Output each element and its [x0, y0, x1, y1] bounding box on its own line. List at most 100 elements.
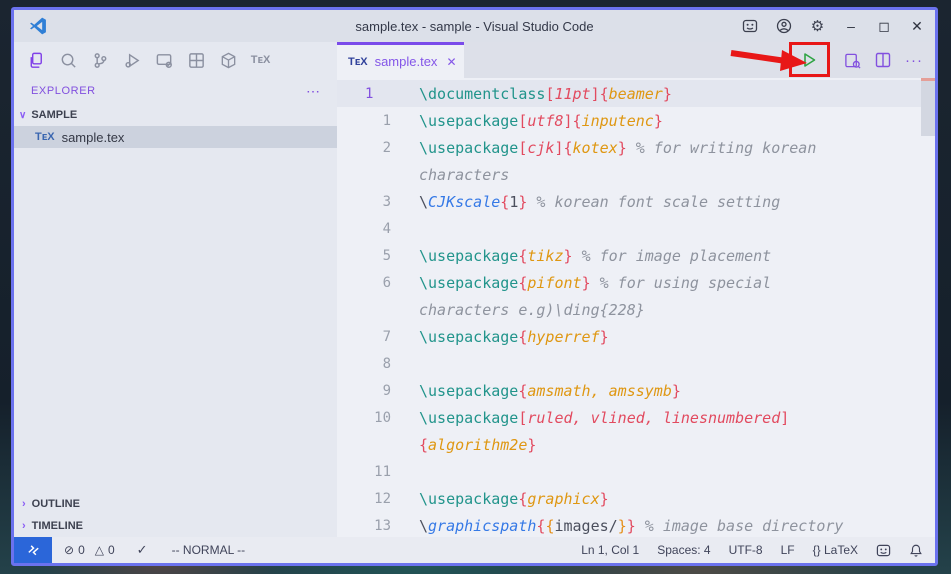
error-icon: ⊘: [64, 543, 74, 557]
more-actions-icon[interactable]: ···: [905, 52, 923, 69]
source-control-icon[interactable]: [90, 50, 111, 71]
code-text: \usepackage[utf8]{inputenc}: [419, 112, 663, 130]
tex-extension-icon[interactable]: TᴇX: [250, 50, 271, 71]
line-number: 9: [337, 383, 397, 399]
line-number: 5: [337, 248, 397, 264]
eol-sequence[interactable]: LF: [781, 543, 795, 557]
chevron-right-icon: ›: [22, 520, 26, 532]
outline-label: OUTLINE: [32, 498, 80, 510]
code-line[interactable]: 12 \usepackage{graphicx}: [337, 485, 935, 512]
package-icon[interactable]: [218, 50, 239, 71]
explorer-more-icon[interactable]: ⋯: [306, 83, 321, 100]
sidebar: TᴇX EXPLORER ⋯ ∨ SAMPLE TᴇX sample.tex ›…: [14, 42, 337, 537]
split-editor-icon[interactable]: [875, 52, 891, 68]
feedback-smiley-icon[interactable]: [741, 18, 758, 35]
error-count: 0: [78, 543, 85, 557]
chevron-down-icon: ∨: [19, 110, 26, 121]
code-lines: 1 \documentclass[11pt]{beamer} 1 \usepackag…: [337, 80, 935, 537]
tab-label: sample.tex: [375, 54, 438, 69]
account-icon[interactable]: [775, 18, 792, 35]
explorer-header: EXPLORER ⋯: [14, 78, 337, 104]
settings-gear-icon[interactable]: ⚙: [809, 18, 826, 35]
code-line[interactable]: 1 \documentclass[11pt]{beamer}: [337, 80, 935, 107]
tab-close-icon[interactable]: ✕: [446, 55, 456, 69]
code-line[interactable]: {algorithm2e}: [337, 431, 935, 458]
line-number: 13: [337, 518, 397, 534]
extensions-icon[interactable]: [186, 50, 207, 71]
vim-mode-indicator: -- NORMAL --: [172, 543, 246, 557]
code-line[interactable]: 11: [337, 458, 935, 485]
cursor-position[interactable]: Ln 1, Col 1: [581, 543, 639, 557]
feedback-smiley-icon[interactable]: [876, 543, 891, 558]
chevron-right-icon: ›: [22, 498, 26, 510]
timeline-section[interactable]: › TIMELINE: [14, 515, 337, 537]
line-number: 8: [337, 356, 397, 372]
tex-file-icon: TᴇX: [35, 131, 55, 143]
problems-button[interactable]: ⊘ 0 △ 0: [64, 543, 115, 557]
editor-group: TᴇX sample.tex ✕: [337, 42, 935, 537]
code-editor[interactable]: 1 \documentclass[11pt]{beamer} 1 \usepackag…: [337, 78, 935, 537]
remote-icon: [26, 543, 41, 558]
indentation[interactable]: Spaces: 4: [657, 543, 710, 557]
file-item-sample-tex[interactable]: TᴇX sample.tex: [14, 126, 337, 148]
code-line[interactable]: characters: [337, 161, 935, 188]
line-number: 6: [337, 275, 397, 291]
code-line[interactable]: 2\usepackage[cjk]{kotex} % for writing k…: [337, 134, 935, 161]
maximize-button[interactable]: ◻: [876, 18, 892, 35]
line-number: 12: [337, 491, 397, 507]
outline-section[interactable]: › OUTLINE: [14, 493, 337, 515]
warning-count: 0: [108, 543, 115, 557]
encoding[interactable]: UTF-8: [729, 543, 763, 557]
tex-file-icon: TᴇX: [348, 56, 368, 68]
code-text: \usepackage{hyperref}: [419, 328, 609, 346]
vscode-window: sample.tex - sample - Visual Studio Code…: [11, 7, 938, 566]
line-number: 1: [337, 113, 397, 129]
file-name: sample.tex: [62, 130, 125, 145]
code-line[interactable]: characters e.g)\ding{228}: [337, 296, 935, 323]
title-bar: sample.tex - sample - Visual Studio Code…: [14, 10, 935, 42]
code-text: \graphicspath{{images/}} % image base di…: [419, 517, 843, 535]
code-line[interactable]: 3\CJKscale{1} % korean font scale settin…: [337, 188, 935, 215]
run-debug-icon[interactable]: [122, 50, 143, 71]
notifications-bell-icon[interactable]: [909, 543, 923, 558]
editor-actions: ···: [789, 42, 923, 78]
explorer-title: EXPLORER: [31, 85, 96, 97]
line-number: 11: [337, 464, 397, 480]
view-pdf-preview-icon[interactable]: [844, 52, 861, 69]
code-line[interactable]: 6\usepackage{pifont} % for using special: [337, 269, 935, 296]
activity-bar: TᴇX: [14, 42, 337, 78]
scrollbar-thumb[interactable]: [921, 81, 935, 136]
build-status-check-icon[interactable]: ✓: [137, 542, 148, 558]
status-bar: ⊘ 0 △ 0 ✓ -- NORMAL -- Ln 1, Col 1 Space…: [14, 537, 935, 563]
code-text: \usepackage{graphicx}: [419, 490, 609, 508]
tab-bar: TᴇX sample.tex ✕: [337, 42, 935, 78]
workspace-name: SAMPLE: [31, 109, 77, 121]
warning-icon: △: [95, 543, 104, 557]
code-line[interactable]: 4: [337, 215, 935, 242]
code-text: \usepackage[ruled, vlined, linesnumbered…: [419, 409, 789, 427]
language-mode[interactable]: {} LaTeX: [813, 543, 858, 557]
tab-sample-tex[interactable]: TᴇX sample.tex ✕: [337, 42, 464, 78]
minimize-button[interactable]: –: [843, 18, 859, 35]
code-line[interactable]: 5\usepackage{tikz} % for image placement: [337, 242, 935, 269]
explorer-icon[interactable]: [26, 50, 47, 71]
line-number: 3: [337, 194, 397, 210]
code-text: \documentclass[11pt]{beamer}: [419, 85, 672, 103]
remote-indicator-button[interactable]: [14, 537, 52, 563]
code-line[interactable]: 10\usepackage[ruled, vlined, linesnumber…: [337, 404, 935, 431]
code-line[interactable]: 9 \usepackage{amsmath, amssymb}: [337, 377, 935, 404]
code-text: characters: [419, 166, 509, 184]
search-icon[interactable]: [58, 50, 79, 71]
line-number: 1: [337, 86, 397, 102]
build-run-button[interactable]: [789, 42, 830, 78]
workspace-folder-row[interactable]: ∨ SAMPLE: [14, 104, 337, 126]
line-number: 2: [337, 140, 397, 156]
code-line[interactable]: 8: [337, 350, 935, 377]
line-number: 7: [337, 329, 397, 345]
code-line[interactable]: 7 \usepackage{hyperref}: [337, 323, 935, 350]
code-text: \usepackage{amsmath, amssymb}: [419, 382, 681, 400]
code-line[interactable]: 1 \usepackage[utf8]{inputenc}: [337, 107, 935, 134]
code-line[interactable]: 13 \graphicspath{{images/}} % image base …: [337, 512, 935, 537]
close-button[interactable]: ✕: [909, 18, 925, 35]
remote-explorer-icon[interactable]: [154, 50, 175, 71]
